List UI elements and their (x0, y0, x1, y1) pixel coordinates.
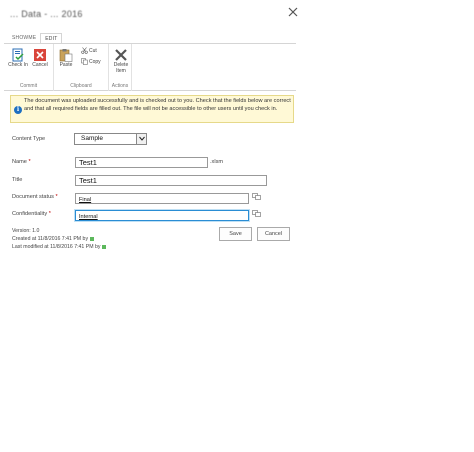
chevron-down-icon (136, 134, 146, 144)
lookup-icon[interactable] (252, 210, 261, 217)
dialog-title-bar: ... Data - ... 2016 (0, 0, 302, 32)
name-required-marker: * (28, 159, 31, 165)
upload-notice: i The document was uploaded successfully… (10, 95, 294, 123)
title-label: Title (12, 177, 23, 183)
confidentiality-field[interactable]: Internal (75, 210, 249, 221)
cut-button[interactable]: Cut (81, 47, 97, 54)
document-status-label: Document status * (12, 194, 58, 200)
cancel-button[interactable]: Cancel (257, 227, 290, 241)
dialog-title: ... Data - ... 2016 (10, 9, 83, 19)
name-label-text: Name (12, 159, 27, 165)
ribbon-group-commit: Check In Cancel Commit (4, 44, 54, 91)
ribbon: Check In Cancel Commit Paste Cut Copy Cl… (4, 43, 296, 91)
info-icon: i (14, 106, 22, 114)
clipboard-group-label: Clipboard (70, 83, 92, 89)
created-info: Created at 11/8/2016 7:41 PM by (12, 236, 95, 242)
document-status-value: Final (79, 197, 92, 203)
confidentiality-label: Confidentiality * (12, 211, 51, 217)
presence-indicator (90, 236, 95, 241)
name-field[interactable]: Test1 (75, 157, 208, 168)
tab-edit[interactable]: EDIT (40, 33, 63, 43)
ribbon-tabs: SHOWME EDIT (8, 33, 63, 43)
actions-group-label: Actions (111, 83, 129, 89)
cancel-checkout-button[interactable]: Cancel (30, 48, 50, 69)
paste-label: Paste (59, 62, 73, 68)
document-status-required-marker: * (55, 194, 58, 200)
close-button[interactable] (287, 6, 299, 18)
version-info: Version: 1.0 (12, 228, 40, 234)
copy-button[interactable]: Copy (81, 58, 101, 65)
scissors-icon (81, 47, 88, 54)
confidentiality-value: Internal (79, 214, 98, 220)
document-status-label-text: Document status (12, 194, 54, 200)
delete-icon (115, 49, 127, 61)
check-in-icon (12, 48, 24, 62)
name-label: Name * (12, 159, 31, 165)
ribbon-group-actions: Delete Item Actions (109, 44, 132, 91)
presence-indicator (102, 244, 107, 249)
paste-button[interactable]: Paste (56, 48, 76, 69)
ribbon-group-clipboard: Paste Cut Copy Clipboard (54, 44, 109, 91)
content-type-value: Sample (81, 135, 104, 142)
title-field[interactable]: Test1 (75, 175, 267, 186)
confidentiality-label-text: Confidentiality (12, 211, 48, 217)
commit-group-label: Commit (19, 83, 38, 89)
cancel-checkout-icon (34, 49, 46, 61)
modified-text: Last modified at 11/8/2016 7:41 PM by (12, 244, 101, 250)
delete-item-label: Delete Item (113, 62, 129, 74)
save-button[interactable]: Save (219, 227, 252, 241)
lookup-icon[interactable] (252, 193, 261, 200)
copy-icon (81, 58, 88, 65)
created-text: Created at 11/8/2016 7:41 PM by (12, 236, 89, 242)
check-in-button[interactable]: Check In (8, 48, 28, 69)
check-in-label: Check In (8, 62, 28, 68)
name-value: Test1 (79, 158, 97, 167)
title-value: Test1 (79, 176, 97, 185)
delete-item-button[interactable]: Delete Item (110, 48, 132, 74)
document-status-field[interactable]: Final (75, 193, 249, 204)
cancel-checkout-label: Cancel (32, 62, 48, 68)
close-icon (288, 7, 298, 17)
copy-label: Copy (89, 58, 101, 65)
tab-showme[interactable]: SHOWME (8, 33, 40, 43)
notice-text: The document was uploaded successfully a… (24, 98, 291, 112)
content-type-select[interactable]: Sample (74, 133, 147, 145)
confidentiality-required-marker: * (48, 211, 51, 217)
content-type-label: Content Type (12, 136, 46, 142)
cut-label: Cut (89, 47, 97, 54)
modified-info: Last modified at 11/8/2016 7:41 PM by (12, 244, 107, 250)
file-extension: .xlsm (210, 159, 224, 165)
edit-properties-dialog: ... Data - ... 2016 SHOWME EDIT Check In (0, 0, 302, 262)
paste-icon (59, 49, 73, 62)
